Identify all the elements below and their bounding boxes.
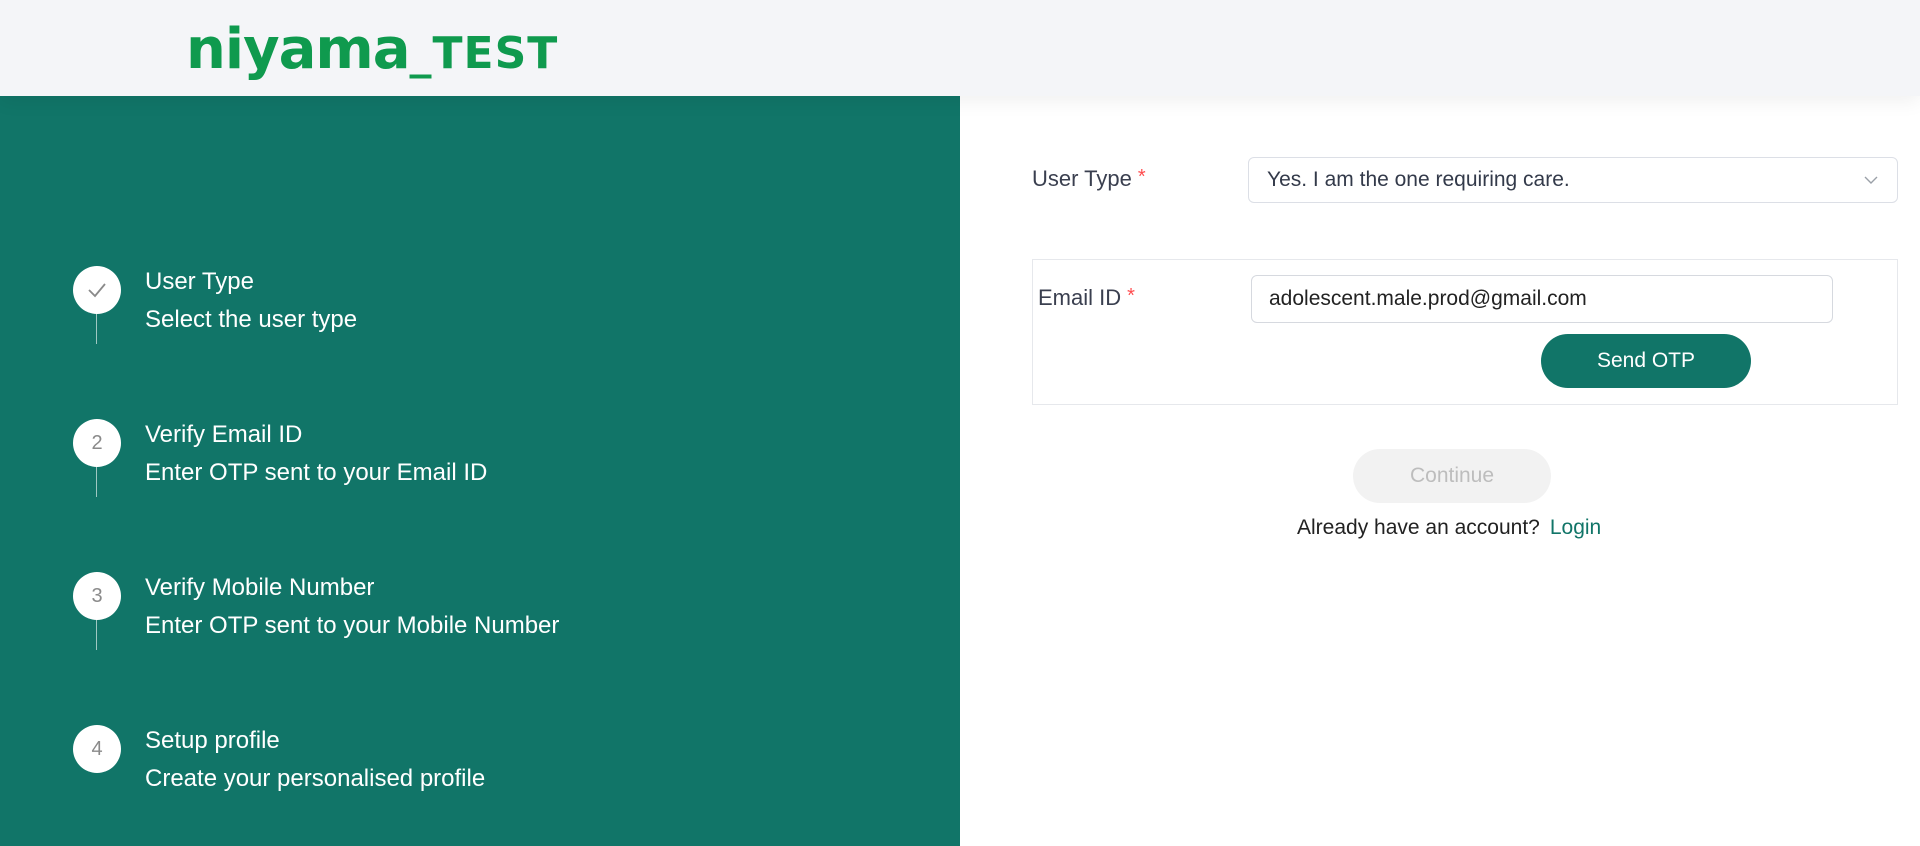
step-description: Enter OTP sent to your Mobile Number [145,612,560,639]
step-verify-email: 2 Verify Email ID Enter OTP sent to your… [73,419,873,489]
steps-panel: User Type Select the user type 2 Verify … [0,96,960,846]
checkmark-icon [88,283,106,298]
continue-button[interactable]: Continue [1353,449,1551,503]
email-label-text: Email ID [1038,285,1122,310]
email-input-value: adolescent.male.prod@gmail.com [1269,287,1587,310]
step-title: Verify Mobile Number [145,574,375,601]
login-link[interactable]: Login [1550,516,1601,539]
logo-suffix: _TEST [409,28,559,79]
step-title: User Type [145,268,254,295]
step-description: Create your personalised profile [145,765,486,792]
step-number: 4 [73,725,121,773]
send-otp-button[interactable]: Send OTP [1541,334,1751,388]
step-complete-marker [73,266,121,314]
signup-form: User Type * Yes. I am the one requiring c… [960,96,1920,846]
step-number: 3 [73,572,121,620]
step-verify-mobile: 3 Verify Mobile Number Enter OTP sent to… [73,572,873,642]
step-title: Verify Email ID [145,421,303,448]
logo-text: niyama [186,17,410,82]
user-type-selected-value: Yes. I am the one requiring care. [1267,168,1570,191]
required-marker: * [1127,285,1135,307]
user-type-label: User Type * [1032,166,1146,192]
step-description: Select the user type [145,306,358,333]
have-account-text: Already have an account? [1297,516,1540,539]
user-type-select[interactable]: Yes. I am the one requiring care. [1248,157,1898,203]
email-section: Email ID * adolescent.male.prod@gmail.com… [1032,259,1898,405]
required-marker: * [1137,166,1146,188]
email-input[interactable]: adolescent.male.prod@gmail.com [1251,275,1833,323]
user-type-label-text: User Type [1032,166,1132,191]
step-description: Enter OTP sent to your Email ID [145,459,488,486]
step-user-type: User Type Select the user type [73,266,873,336]
login-prompt: Already have an account? Login [1297,516,1601,540]
logo: niyama _TEST [186,22,558,78]
top-header: niyama _TEST [0,0,1920,96]
step-title: Setup profile [145,727,280,754]
step-number: 2 [73,419,121,467]
step-setup-profile: 4 Setup profile Create your personalised… [73,725,873,795]
chevron-down-icon [1864,176,1878,184]
email-label: Email ID * [1038,285,1135,311]
